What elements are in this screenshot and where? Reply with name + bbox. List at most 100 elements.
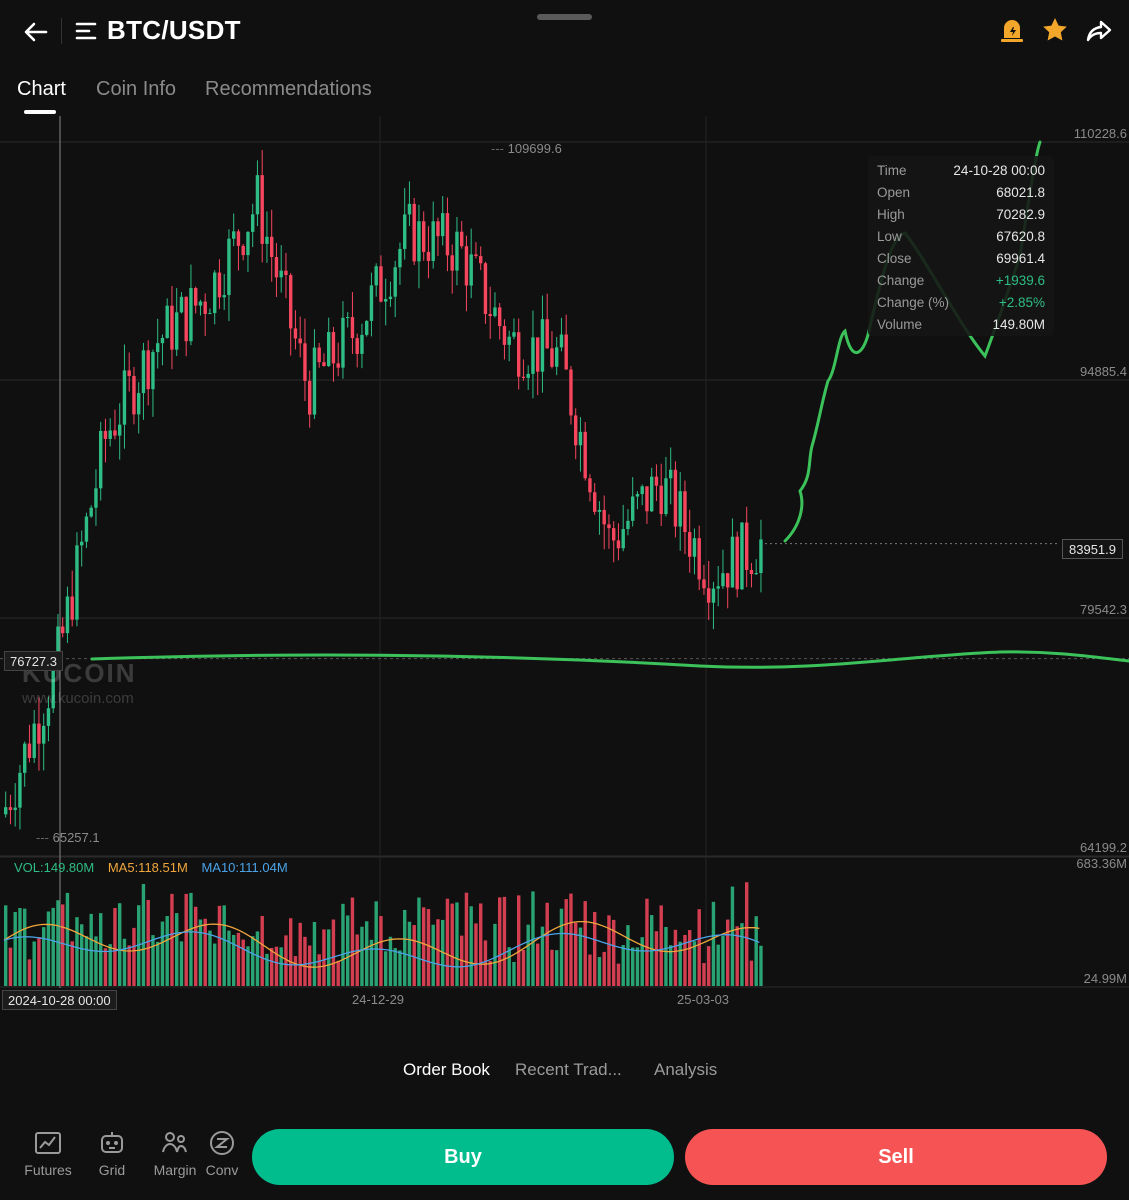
back-arrow-icon[interactable] <box>20 16 52 48</box>
volume-bar <box>94 936 98 986</box>
period-low-value: 65257.1 <box>52 830 100 845</box>
tool-convert[interactable]: Conv <box>202 1128 242 1188</box>
info-key: Change <box>877 273 925 288</box>
tool-futures[interactable]: Futures <box>20 1128 76 1188</box>
candle-body <box>137 393 141 415</box>
candle-body <box>165 305 169 338</box>
candle-body <box>493 307 497 317</box>
kline-chart[interactable]: KUCOIN www.kucoin.com 110228.6 94885.4 7… <box>0 116 1129 1016</box>
candle-body <box>412 203 416 262</box>
candle-body <box>170 305 174 350</box>
volume-bar <box>303 936 307 986</box>
info-row: Change (%) +2.85% <box>877 292 1045 314</box>
volume-bar <box>350 897 355 986</box>
volume-bar <box>645 898 649 986</box>
candle-body <box>697 538 701 580</box>
candle-body <box>607 524 611 529</box>
sell-button[interactable]: Sell <box>685 1129 1107 1185</box>
buy-button[interactable]: Buy <box>252 1129 674 1185</box>
info-value: 69961.4 <box>996 251 1045 266</box>
price-alert-icon[interactable] <box>996 14 1028 48</box>
candle-body <box>246 231 250 256</box>
volume-bar <box>730 886 735 986</box>
volume-bar <box>160 921 165 986</box>
tab-coin-info[interactable]: Coin Info <box>96 78 176 101</box>
tool-grid[interactable]: Grid <box>84 1128 140 1188</box>
candle-body <box>251 214 255 232</box>
share-icon[interactable] <box>1083 14 1115 48</box>
tab-order-book[interactable]: Order Book <box>403 1060 490 1080</box>
tab-analysis[interactable]: Analysis <box>654 1060 717 1080</box>
candle-body <box>151 352 155 390</box>
volume-bar <box>156 941 160 986</box>
candle-body <box>108 430 112 439</box>
volume-bar <box>692 941 697 986</box>
volume-bar <box>564 899 568 986</box>
candle-body <box>379 266 383 302</box>
pair-title[interactable]: BTC/USDT <box>107 15 241 46</box>
top-bar: BTC/USDT <box>0 0 1129 64</box>
candle-body <box>635 494 640 497</box>
candle-body <box>517 332 521 377</box>
info-row: Open 68021.8 <box>877 182 1045 204</box>
tab-recent-trades[interactable]: Recent Trad... <box>515 1060 622 1080</box>
volume-bar <box>336 960 340 986</box>
candle-body <box>707 588 711 603</box>
volume-bar <box>678 941 682 986</box>
volume-bar <box>103 948 108 986</box>
candle-body <box>398 248 402 268</box>
candle-body <box>308 380 312 415</box>
tool-margin[interactable]: Margin <box>147 1128 203 1188</box>
candle-body <box>75 545 79 620</box>
candle-body <box>103 430 108 439</box>
volume-bar <box>84 936 89 986</box>
candle-body <box>289 275 293 329</box>
candle-body <box>602 509 606 525</box>
volume-bar <box>203 918 207 986</box>
kucoin-watermark-url: www.kucoin.com <box>22 690 134 707</box>
candle-body <box>631 496 635 521</box>
volume-bar <box>512 961 516 986</box>
tab-chart[interactable]: Chart <box>17 78 66 101</box>
candle-body <box>564 334 568 370</box>
menu-icon[interactable] <box>74 19 98 43</box>
volume-bar <box>146 900 150 986</box>
candle-body <box>350 317 355 339</box>
volume-bar <box>502 896 507 986</box>
candle-body <box>232 231 236 239</box>
vol-value: VOL:149.80M <box>14 860 95 875</box>
candle-body <box>555 347 559 367</box>
volume-bar <box>46 911 51 986</box>
candle-body <box>407 203 412 215</box>
candle-body <box>298 338 302 344</box>
candle-body <box>203 301 207 314</box>
candle-body <box>374 266 378 286</box>
candles <box>4 150 763 830</box>
candle-body <box>669 469 673 479</box>
volume-legend: VOL:149.80M MA5:118.51M MA10:111.04M <box>14 860 298 875</box>
candle-body <box>255 175 260 215</box>
candle-body <box>346 317 350 319</box>
price-tick: 79542.3 <box>1080 602 1127 617</box>
info-key: Close <box>877 251 912 266</box>
candle-body <box>284 270 288 276</box>
volume-bar <box>550 949 554 986</box>
volume-bar <box>574 922 578 986</box>
grid-bot-icon <box>101 1132 123 1153</box>
candle-body <box>616 540 621 549</box>
volume-bar <box>322 929 326 986</box>
volume-bar <box>23 908 27 986</box>
candle-body <box>588 478 592 493</box>
info-key: Volume <box>877 317 923 332</box>
volume-bar <box>754 916 758 986</box>
volume-bar <box>99 913 103 986</box>
volume-bar <box>236 932 241 986</box>
candle-body <box>179 296 184 313</box>
tab-recommendations[interactable]: Recommendations <box>205 78 372 101</box>
crosshair-price-tag: 76727.3 <box>4 651 63 671</box>
candle-body <box>118 424 122 436</box>
volume-bar <box>450 903 454 986</box>
star-icon[interactable] <box>1039 14 1071 48</box>
volume-bar <box>27 959 32 986</box>
candle-body <box>754 572 758 575</box>
